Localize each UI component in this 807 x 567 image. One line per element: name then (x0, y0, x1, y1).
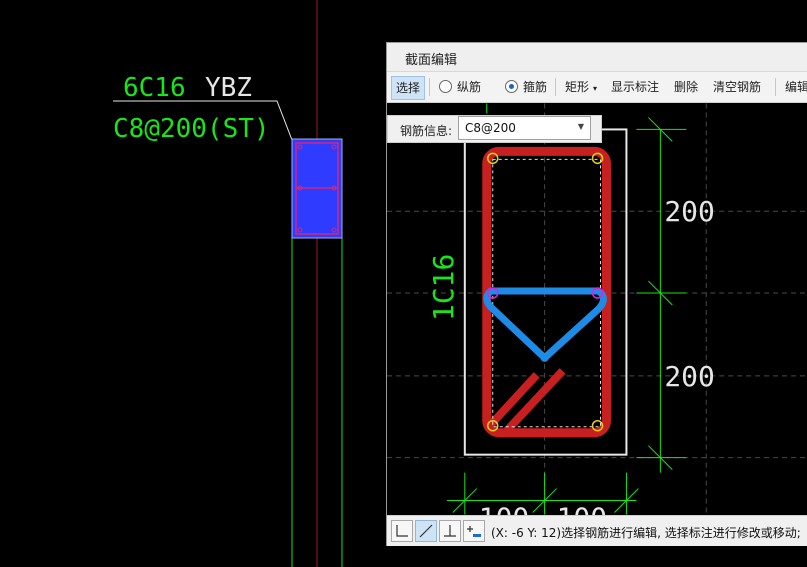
rebar-info-value: C8@200 (465, 121, 516, 135)
select-button[interactable]: 选择 (391, 76, 426, 100)
snap-point-icon[interactable] (463, 520, 485, 542)
side-rebar-label: 1C16 (427, 254, 460, 321)
tie-triangle (483, 287, 607, 362)
section-canvas[interactable]: 200 200 100 100 1C16 (387, 103, 807, 515)
edit-button[interactable]: 编辑 (785, 76, 807, 98)
clear-rebar-button[interactable]: 清空钢筋 (713, 76, 761, 98)
dim-label-1: 200 (664, 195, 714, 228)
ortho-mode-icon[interactable] (391, 520, 413, 542)
rebar-info-combobox[interactable]: C8@200 ▼ (458, 116, 591, 140)
stirrup-label: 箍筋 (523, 80, 548, 94)
stirrup-radio[interactable]: 箍筋 (505, 76, 547, 98)
delete-button[interactable]: 删除 (674, 76, 698, 98)
status-text: (X: -6 Y: 12)选择钢筋进行编辑, 选择标注进行修改或移动; (491, 526, 801, 540)
radio-off-icon (439, 80, 452, 93)
column-label: YBZ (205, 73, 252, 103)
longitudinal-radio[interactable]: 纵筋 (439, 76, 481, 98)
rectangle-label: 矩形 (565, 80, 590, 94)
line-mode-icon[interactable] (415, 520, 437, 542)
rectangle-dropdown[interactable]: 矩形 ▾ (565, 76, 597, 98)
dialog-toolbar: 选择 纵筋 箍筋 矩形 ▾ 显示标注 删除 清空钢筋 编辑 (387, 72, 807, 103)
dialog-title: 截面编辑 (405, 53, 458, 68)
status-bar: (X: -6 Y: 12)选择钢筋进行编辑, 选择标注进行修改或移动; (387, 515, 807, 546)
dim-label-bottom-1: 100 (479, 501, 529, 515)
show-dim-button[interactable]: 显示标注 (611, 76, 659, 98)
stirrup-label: C8@200(ST) (113, 114, 270, 144)
dialog-titlebar[interactable]: 截面编辑 (387, 43, 807, 72)
dim-label-2: 200 (664, 360, 714, 393)
rebar-info-panel: 钢筋信息: C8@200 ▼ (387, 115, 602, 143)
perpendicular-icon[interactable] (439, 520, 461, 542)
dim-label-bottom-2: 100 (557, 501, 607, 515)
chevron-down-icon: ▼ (577, 122, 584, 131)
chevron-down-icon: ▾ (593, 84, 598, 93)
longitudinal-label: 纵筋 (457, 80, 482, 94)
section-edit-dialog: 截面编辑 选择 纵筋 箍筋 矩形 ▾ 显示标注 删除 清空钢筋 编辑 200 2… (386, 42, 807, 546)
rebar-info-label: 钢筋信息: (400, 124, 453, 138)
radio-on-icon (505, 80, 518, 93)
reinforcement-label: 6C16 (123, 73, 186, 103)
